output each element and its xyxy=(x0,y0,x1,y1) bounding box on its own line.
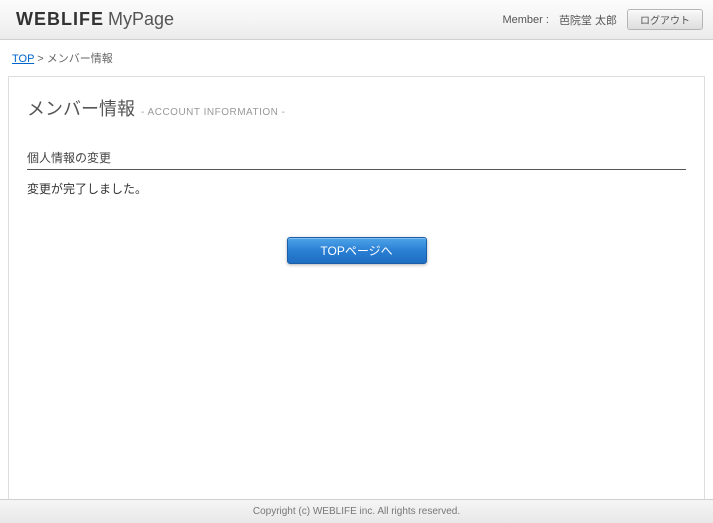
content-frame: メンバー情報 - ACCOUNT INFORMATION - 個人情報の変更 変… xyxy=(8,76,705,508)
breadcrumb: TOP > メンバー情報 xyxy=(0,40,713,76)
page-title-sub: - ACCOUNT INFORMATION - xyxy=(141,107,285,118)
header-bar: WEBLIFE MyPage Member : 芭院堂 太郎 ログアウト xyxy=(0,0,713,40)
breadcrumb-separator: > xyxy=(37,53,43,65)
logo-light: MyPage xyxy=(108,9,174,30)
page-title: メンバー情報 - ACCOUNT INFORMATION - xyxy=(27,95,686,121)
breadcrumb-current: メンバー情報 xyxy=(47,53,113,65)
logout-button[interactable]: ログアウト xyxy=(627,9,703,30)
logo: WEBLIFE MyPage xyxy=(10,9,174,30)
section-title: 個人情報の変更 xyxy=(27,149,686,170)
breadcrumb-top-link[interactable]: TOP xyxy=(12,53,34,65)
copyright-text: Copyright (c) WEBLIFE inc. All rights re… xyxy=(253,506,460,517)
member-label: Member : xyxy=(502,14,548,26)
header-right: Member : 芭院堂 太郎 ログアウト xyxy=(502,9,703,30)
top-page-button[interactable]: TOPページへ xyxy=(287,237,427,264)
button-row: TOPページへ xyxy=(27,237,686,264)
completion-message: 変更が完了しました。 xyxy=(27,180,686,197)
page-title-main: メンバー情報 xyxy=(27,95,135,121)
logo-bold: WEBLIFE xyxy=(16,9,104,30)
member-name: 芭院堂 太郎 xyxy=(559,12,617,28)
footer: Copyright (c) WEBLIFE inc. All rights re… xyxy=(0,499,713,523)
